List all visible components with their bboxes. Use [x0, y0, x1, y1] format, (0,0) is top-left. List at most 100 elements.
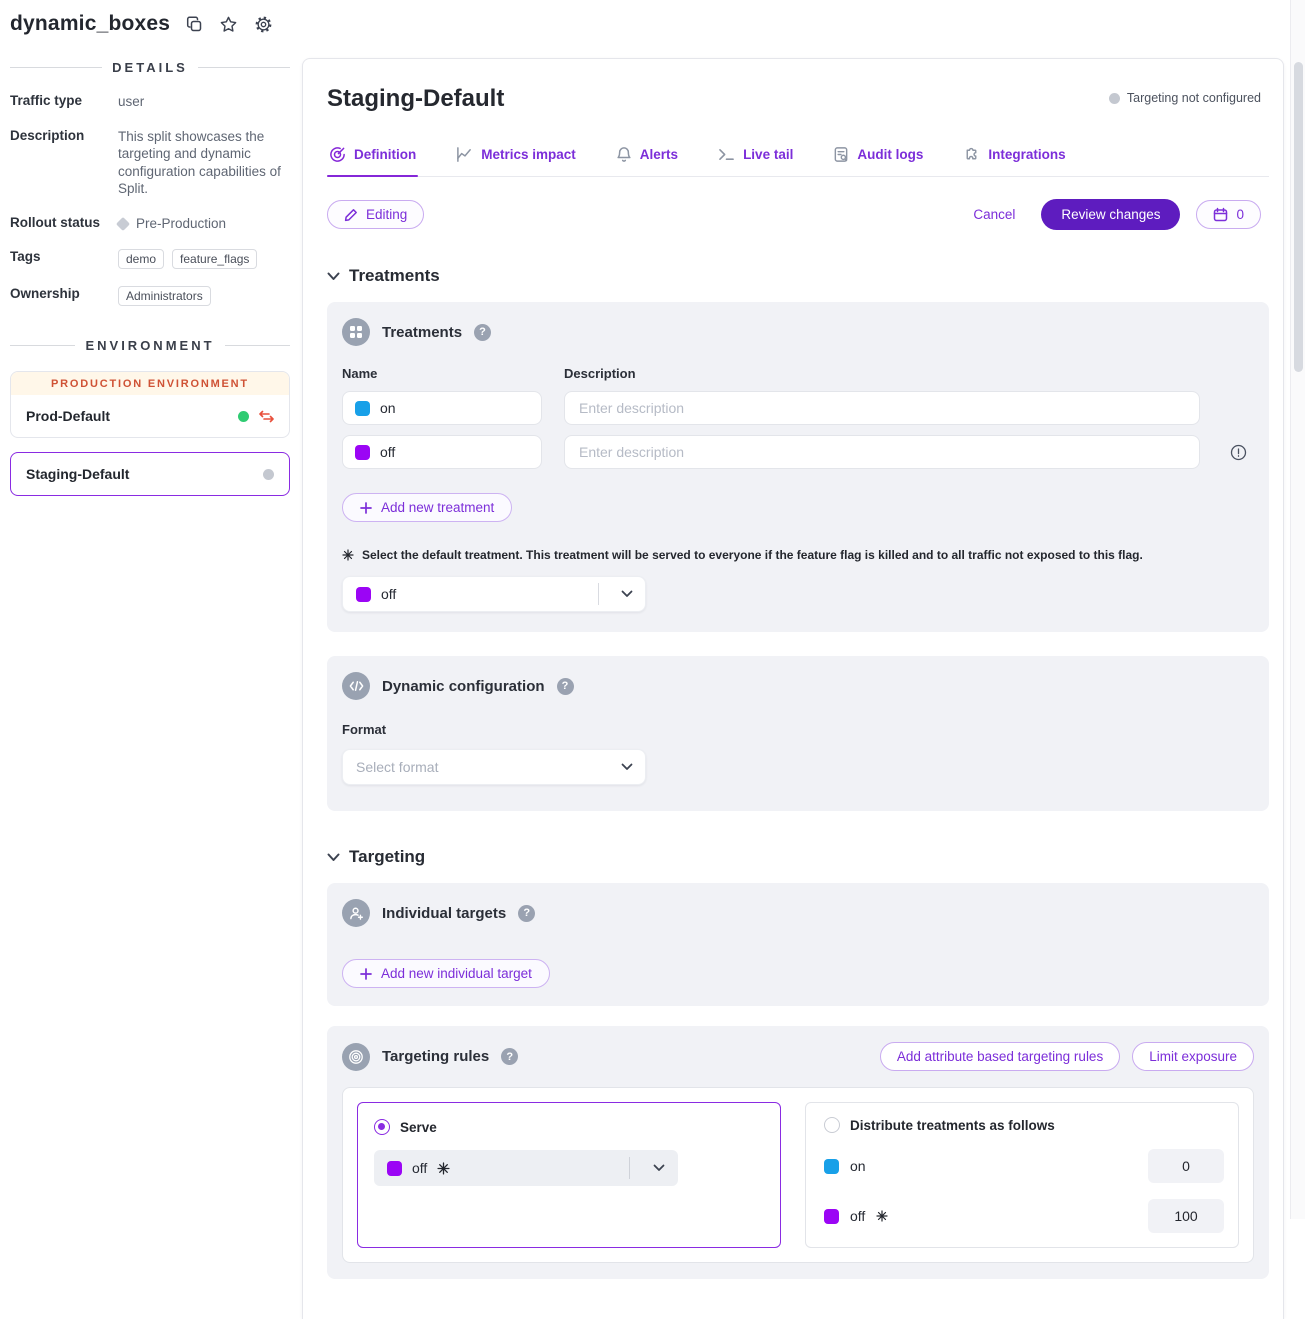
toolbar: Editing Cancel Review changes 0	[327, 199, 1269, 230]
dynamic-config-title: Dynamic configuration	[382, 678, 545, 695]
treatments-section-title[interactable]: Treatments	[327, 266, 1269, 286]
tab-integrations[interactable]: Integrations	[961, 137, 1067, 176]
tab-live-tail[interactable]: Live tail	[716, 137, 795, 176]
targeting-rules-header: Targeting rules ? Add attribute based ta…	[342, 1042, 1254, 1071]
add-new-treatment-button[interactable]: Add new treatment	[342, 493, 512, 522]
info-icon[interactable]	[1230, 444, 1247, 461]
owner-chip[interactable]: Administrators	[118, 286, 211, 306]
serve-option-box[interactable]: Serve off	[357, 1102, 781, 1248]
detail-row-description: Description This split showcases the tar…	[10, 128, 290, 198]
star-icon[interactable]	[219, 15, 238, 34]
page-title: Staging-Default	[327, 85, 504, 113]
targeting-status: Targeting not configured	[1109, 91, 1261, 105]
distribute-percent-input[interactable]: 0	[1148, 1149, 1224, 1183]
env-item-staging-default[interactable]: Staging-Default	[10, 452, 290, 496]
tab-label: Alerts	[640, 147, 678, 162]
treatments-panel-title: Treatments	[382, 324, 462, 341]
treatment-name-input[interactable]: off	[342, 435, 542, 469]
terminal-icon	[718, 147, 735, 162]
treatment-name-input[interactable]: on	[342, 391, 542, 425]
copy-icon[interactable]	[186, 16, 203, 33]
review-changes-button[interactable]: Review changes	[1041, 199, 1180, 230]
ownership-label: Ownership	[10, 286, 118, 306]
env-name: Prod-Default	[26, 408, 238, 424]
detail-row-tags: Tags demo feature_flags	[10, 249, 290, 269]
tags-chips: demo feature_flags	[118, 249, 257, 269]
treatment-color-swatch	[355, 401, 370, 416]
env-status-dot-green	[238, 411, 249, 422]
help-icon[interactable]: ?	[501, 1048, 518, 1065]
targeting-rules-title: Targeting rules	[382, 1048, 489, 1065]
help-icon[interactable]: ?	[474, 324, 491, 341]
individual-targets-panel: Individual targets ? Add new individual …	[327, 883, 1269, 1006]
environment-heading: ENVIRONMENT	[10, 338, 290, 353]
swap-arrows-icon[interactable]	[259, 410, 274, 423]
targeting-status-dot	[1109, 93, 1120, 104]
serve-treatment-select[interactable]: off	[374, 1150, 678, 1186]
tab-label: Live tail	[743, 147, 793, 162]
serve-radio-selected[interactable]	[374, 1119, 390, 1135]
tab-definition[interactable]: Definition	[327, 137, 418, 176]
chevron-down-icon	[609, 763, 645, 771]
default-treatment-note: Select the default treatment. This treat…	[342, 548, 1254, 562]
asterisk-icon	[876, 1210, 888, 1222]
tag-chip[interactable]: feature_flags	[172, 249, 257, 269]
env-item-prod-default[interactable]: Prod-Default	[11, 395, 289, 437]
dynamic-config-header: Dynamic configuration ?	[342, 672, 1254, 700]
treatment-description-input[interactable]	[564, 435, 1200, 469]
cancel-button[interactable]: Cancel	[973, 207, 1015, 222]
help-icon[interactable]: ?	[557, 678, 574, 695]
distribute-row: off 100	[824, 1199, 1224, 1233]
detail-row-rollout-status: Rollout status Pre-Production	[10, 215, 290, 233]
tag-chip[interactable]: demo	[118, 249, 164, 269]
asterisk-icon	[437, 1162, 450, 1175]
tab-audit-logs[interactable]: Audit logs	[831, 137, 925, 176]
distribute-option-box[interactable]: Distribute treatments as follows on 0 of…	[805, 1102, 1239, 1248]
scrollbar-thumb[interactable]	[1294, 62, 1303, 372]
details-heading: DETAILS	[10, 60, 290, 75]
tab-label: Integrations	[988, 147, 1065, 162]
chevron-down-icon	[327, 853, 340, 862]
default-treatment-select[interactable]: off	[342, 576, 646, 612]
calendar-icon	[1213, 207, 1228, 222]
detail-row-traffic-type: Traffic type user	[10, 93, 290, 111]
tab-alerts[interactable]: Alerts	[614, 137, 680, 176]
help-icon[interactable]: ?	[518, 905, 535, 922]
distribute-treatment-name: on	[850, 1158, 866, 1174]
tab-bar: Definition Metrics impact	[327, 137, 1269, 177]
distribute-percent-input[interactable]: 100	[1148, 1199, 1224, 1233]
serve-radio-row[interactable]: Serve	[374, 1119, 764, 1135]
treatments-panel-header: Treatments ?	[342, 318, 1254, 346]
tab-metrics-impact[interactable]: Metrics impact	[454, 137, 578, 176]
distribute-treatment-name: off	[850, 1208, 865, 1224]
targeting-section-title[interactable]: Targeting	[327, 847, 1269, 867]
main-card: Staging-Default Targeting not configured…	[302, 58, 1284, 1319]
add-new-individual-target-button[interactable]: Add new individual target	[342, 959, 550, 988]
treatment-row: off	[342, 435, 1254, 469]
scrollbar-track[interactable]	[1290, 0, 1305, 1219]
editing-button[interactable]: Editing	[327, 200, 424, 229]
asterisk-icon	[342, 549, 354, 561]
treatments-columns: Name Description	[342, 366, 1254, 381]
code-icon	[342, 672, 370, 700]
target-icon	[342, 1043, 370, 1071]
distribute-row: on 0	[824, 1149, 1224, 1183]
puzzle-icon	[963, 146, 980, 163]
add-attribute-rules-button[interactable]: Add attribute based targeting rules	[880, 1042, 1120, 1071]
limit-exposure-button[interactable]: Limit exposure	[1132, 1042, 1254, 1071]
scheduled-changes-button[interactable]: 0	[1196, 200, 1261, 229]
distribute-radio-unselected[interactable]	[824, 1117, 840, 1133]
gear-icon[interactable]	[254, 15, 273, 34]
add-user-icon	[342, 899, 370, 927]
chart-icon	[456, 146, 473, 163]
treatment-color-swatch	[356, 587, 371, 602]
dynamic-config-panel: Dynamic configuration ? Format Select fo…	[327, 656, 1269, 811]
treatments-panel: Treatments ? Name Description on off	[327, 302, 1269, 632]
distribute-radio-row[interactable]: Distribute treatments as follows	[824, 1117, 1224, 1133]
treatment-description-input[interactable]	[564, 391, 1200, 425]
individual-targets-title: Individual targets	[382, 905, 506, 922]
description-column-header: Description	[564, 366, 636, 381]
format-select[interactable]: Select format	[342, 749, 646, 785]
production-environment-banner: PRODUCTION ENVIRONMENT	[11, 372, 289, 395]
environment-heading-label: ENVIRONMENT	[85, 338, 214, 353]
